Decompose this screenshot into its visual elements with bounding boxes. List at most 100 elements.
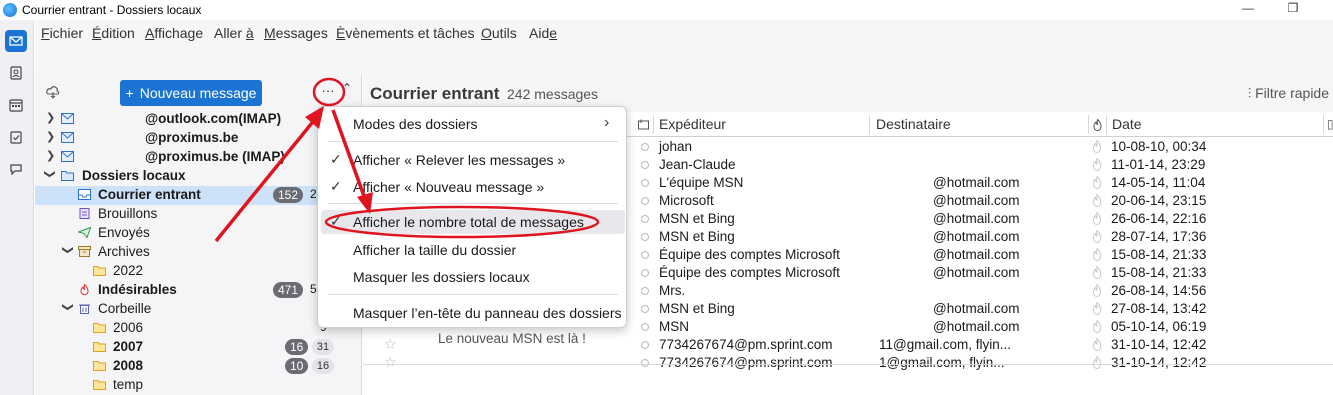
- read-status-icon[interactable]: [641, 179, 649, 187]
- chat-button[interactable]: [5, 158, 27, 180]
- folder-label: 2008: [113, 358, 144, 373]
- menu-show-new-message[interactable]: ✓ Afficher « Nouveau message »: [318, 175, 628, 199]
- menu-edition[interactable]: Édition: [92, 25, 135, 41]
- menu-hide-pane-header[interactable]: Masquer l’en-tête du panneau des dossier…: [318, 301, 628, 325]
- menu-separator: [328, 141, 618, 142]
- menu-item-label: Modes des dossiers: [353, 116, 478, 132]
- message-row[interactable]: 7734267674@pm.sprint.com 1@gmail.com, fly…: [363, 354, 1333, 372]
- folder-pane-options-menu: Modes des dossiers › ✓ Afficher « Releve…: [317, 106, 627, 328]
- read-status-icon[interactable]: [641, 359, 649, 367]
- column-to[interactable]: Destinataire: [876, 116, 951, 132]
- menu-folder-modes[interactable]: Modes des dossiers ›: [318, 112, 628, 136]
- tasks-icon: [10, 131, 22, 144]
- menu-outils[interactable]: Outils: [481, 25, 517, 41]
- folder-pane-menu-button[interactable]: ···: [317, 82, 339, 102]
- folder-title: Courrier entrant: [370, 84, 500, 103]
- calendar-button[interactable]: [5, 94, 27, 116]
- folder-trash[interactable]: ❯ Corbeille: [35, 300, 362, 319]
- junk-status-icon[interactable]: [1092, 194, 1102, 207]
- account-proximus-imap[interactable]: ❯ @proximus.be (IMAP): [35, 148, 362, 167]
- junk-status-icon[interactable]: [1092, 302, 1102, 315]
- menu-show-get-messages[interactable]: ✓ Afficher « Relever les messages »: [318, 148, 628, 172]
- account-proximus[interactable]: ❯ @proximus.be: [35, 129, 362, 148]
- junk-status-icon[interactable]: [1092, 158, 1102, 171]
- junk-status-icon[interactable]: [1092, 284, 1102, 297]
- read-status-icon[interactable]: [641, 143, 649, 151]
- folder-sent[interactable]: Envoyés: [35, 224, 362, 243]
- folder-archives[interactable]: ❯ Archives: [35, 243, 362, 262]
- expand-icon[interactable]: ❯: [46, 130, 56, 143]
- quick-filter-button[interactable]: ⫶ Filtre rapide: [1248, 85, 1329, 102]
- message-from: Équipe des comptes Microsoft: [659, 265, 840, 280]
- tasks-button[interactable]: [5, 126, 27, 148]
- folder-2006[interactable]: 2006 9: [35, 319, 362, 338]
- attachment-column-icon[interactable]: [638, 119, 649, 130]
- read-status-icon[interactable]: [641, 197, 649, 205]
- message-date: 11-01-14, 23:29: [1111, 157, 1206, 172]
- folder-label: temp: [113, 377, 144, 392]
- menu-item-label: Afficher la taille du dossier: [353, 242, 517, 258]
- menu-aide[interactable]: Aide: [529, 25, 557, 41]
- folder-junk[interactable]: Indésirables 471 5: [35, 281, 362, 300]
- minimize-button[interactable]: —: [1238, 1, 1258, 19]
- menu-hide-local-folders[interactable]: Masquer les dossiers locaux: [318, 265, 628, 289]
- unread-count-badge: 10: [285, 358, 309, 374]
- menu-messages[interactable]: Messages: [264, 25, 328, 41]
- collapse-pane-icon[interactable]: ⌃: [342, 81, 352, 95]
- junk-status-icon[interactable]: [1092, 230, 1102, 243]
- read-status-icon[interactable]: [641, 215, 649, 223]
- read-status-icon[interactable]: [641, 251, 649, 259]
- star-icon[interactable]: ☆: [384, 354, 397, 371]
- menu-evenements[interactable]: Èvènements et tâches: [336, 25, 475, 41]
- message-subject: Le nouveau MSN est là !: [438, 331, 586, 346]
- folder-label: 2007: [113, 339, 144, 354]
- read-status-icon[interactable]: [641, 287, 649, 295]
- message-subject-row: Le nouveau MSN est là !: [363, 330, 1333, 348]
- account-outlook[interactable]: ❯ @outlook.com(IMAP): [35, 110, 362, 129]
- folder-archives-2022[interactable]: 2022: [35, 262, 362, 281]
- new-message-button[interactable]: + Nouveau message: [120, 80, 262, 106]
- menu-show-folder-size[interactable]: Afficher la taille du dossier: [318, 238, 628, 262]
- collapse-icon[interactable]: ❯: [62, 303, 75, 313]
- junk-status-icon[interactable]: [1092, 356, 1102, 369]
- folder-inbox[interactable]: Courrier entrant 152 2: [35, 186, 362, 205]
- local-folders-account[interactable]: ❯ Dossiers locaux: [35, 167, 362, 186]
- folder-drafts[interactable]: Brouillons: [35, 205, 362, 224]
- star-icon[interactable]: ☆: [384, 336, 397, 353]
- mail-account-icon: [61, 113, 74, 124]
- message-date: 10-08-10, 00:34: [1111, 139, 1207, 154]
- collapse-icon[interactable]: ❯: [44, 170, 57, 180]
- read-status-icon[interactable]: [641, 233, 649, 241]
- junk-status-icon[interactable]: [1092, 248, 1102, 261]
- address-book-button[interactable]: [5, 62, 27, 84]
- folder-2008[interactable]: 2008 10 16: [35, 357, 362, 376]
- inbox-icon: [78, 189, 91, 200]
- junk-status-icon[interactable]: [1092, 176, 1102, 189]
- message-to: 1@gmail.com, flyin...: [879, 355, 1005, 370]
- get-messages-icon[interactable]: [46, 85, 60, 99]
- trash-icon: [79, 304, 90, 314]
- expand-icon[interactable]: ❯: [46, 111, 56, 124]
- junk-status-icon[interactable]: [1092, 212, 1102, 225]
- folder-icon: [93, 342, 106, 352]
- column-date[interactable]: Date: [1112, 116, 1142, 132]
- column-picker-icon[interactable]: ▯: [1327, 117, 1333, 131]
- menu-affichage[interactable]: Affichage: [145, 25, 203, 41]
- junk-status-icon[interactable]: [1092, 266, 1102, 279]
- read-status-icon[interactable]: [641, 305, 649, 313]
- column-from[interactable]: Expéditeur: [659, 116, 726, 132]
- read-status-icon[interactable]: [641, 269, 649, 277]
- junk-status-column-icon[interactable]: [1092, 119, 1103, 131]
- junk-status-icon[interactable]: [1092, 140, 1102, 153]
- read-status-icon[interactable]: [641, 161, 649, 169]
- expand-icon[interactable]: ❯: [46, 149, 56, 162]
- mail-account-icon: [61, 132, 74, 143]
- collapse-icon[interactable]: ❯: [62, 246, 75, 256]
- folder-temp[interactable]: temp: [35, 376, 362, 395]
- mail-space-button[interactable]: [5, 30, 27, 52]
- menu-aller-a[interactable]: Aller à: [214, 25, 254, 41]
- folder-2007[interactable]: 2007 16 31: [35, 338, 362, 357]
- menu-show-total-messages[interactable]: ✓ Afficher le nombre total de messages: [321, 210, 625, 234]
- maximize-button[interactable]: ❐: [1283, 1, 1303, 19]
- menu-fichier[interactable]: Fichier: [41, 25, 83, 41]
